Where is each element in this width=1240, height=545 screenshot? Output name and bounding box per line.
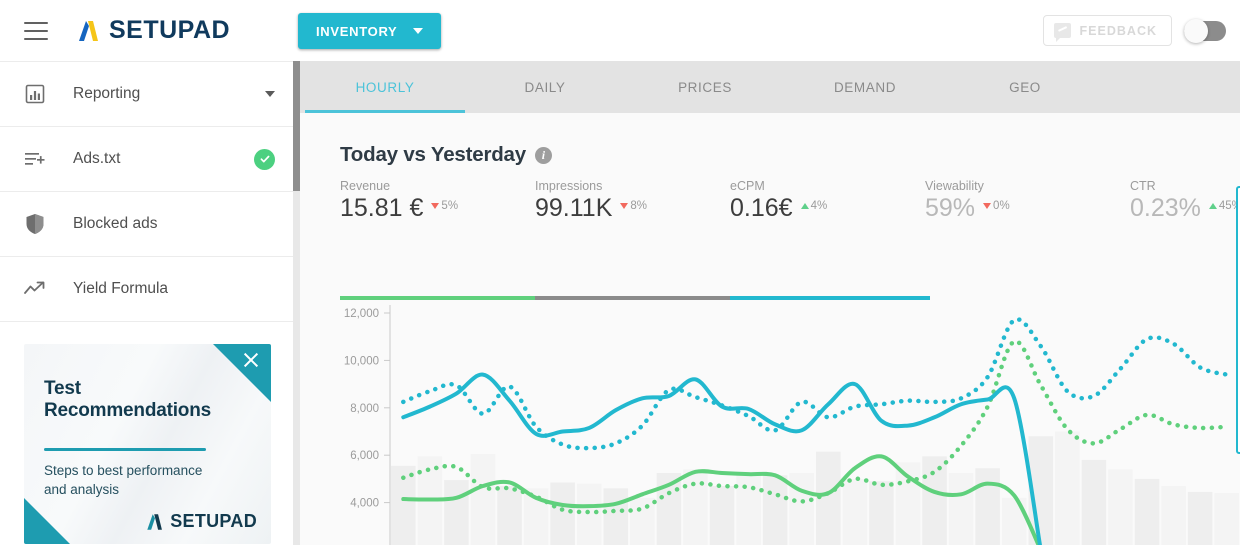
sidebar-item-label: Reporting (73, 85, 141, 102)
kpi-impressions[interactable]: Impressions 99.11K 8% (535, 179, 647, 221)
promo-logo-text: SETUPAD (170, 511, 257, 531)
kpi-accent-bar (340, 296, 930, 300)
kpi-delta: 4% (800, 200, 828, 212)
app-root: SETUPAD INVENTORY FEEDBACK Reporting Ads… (0, 0, 1240, 545)
kpi-revenue[interactable]: Revenue 15.81 € 5% (340, 179, 458, 221)
bar-chart-icon (22, 81, 48, 107)
kpi-accent-revenue (340, 296, 535, 300)
kpi-ctr[interactable]: CTR 0.23% 45% (1130, 179, 1240, 221)
arrow-up-icon (800, 203, 809, 209)
toggle-knob (1184, 18, 1208, 43)
kpi-delta: 0% (983, 200, 1010, 212)
feedback-button[interactable]: FEEDBACK (1042, 15, 1172, 46)
shield-icon (22, 211, 48, 237)
tab-hourly[interactable]: HOURLY (305, 61, 465, 113)
arrow-down-icon (983, 203, 992, 209)
chevron-down-icon (265, 91, 275, 97)
kpi-delta-text: 4% (810, 200, 828, 212)
sidebar: Reporting Ads.txt Blocked ads Yield Form… (0, 61, 295, 545)
chart-canvas: 12,00010,0008,0006,0004,0002,000 (344, 305, 1240, 545)
feedback-message-icon (1053, 23, 1071, 42)
brand-name: SETUPAD (109, 16, 231, 44)
sidebar-item-ads-txt[interactable]: Ads.txt (0, 127, 295, 192)
tab-label: HOURLY (355, 79, 415, 95)
svg-text:4,000: 4,000 (350, 498, 379, 510)
sidebar-item-yield-formula[interactable]: Yield Formula (0, 257, 295, 322)
feedback-button-label: FEEDBACK (1079, 23, 1157, 38)
kpi-label: Revenue (340, 179, 391, 193)
tab-bar: HOURLY DAILY PRICES DEMAND GEO (300, 61, 1240, 113)
tab-daily[interactable]: DAILY (465, 61, 625, 113)
setupad-mark-icon (147, 513, 163, 530)
kpi-accent-ecpm (730, 296, 930, 300)
tab-demand[interactable]: DEMAND (785, 61, 945, 113)
kpi-ecpm[interactable]: eCPM 0.16€ 4% (730, 179, 827, 221)
promo-corner-decor (24, 498, 70, 544)
tab-label: GEO (1009, 79, 1041, 95)
kpi-viewability[interactable]: Viewability 59% 0% (925, 179, 1010, 221)
top-bar: SETUPAD INVENTORY FEEDBACK (0, 0, 1240, 61)
sidebar-item-label: Yield Formula (73, 280, 169, 297)
main-content: HOURLY DAILY PRICES DEMAND GEO Today vs … (300, 61, 1240, 545)
sidebar-scrollbar-thumb[interactable] (293, 61, 300, 191)
inventory-button[interactable]: INVENTORY (298, 13, 442, 49)
arrow-down-icon (620, 203, 629, 209)
kpi-delta-text: 0% (993, 200, 1010, 212)
hourly-chart[interactable]: 12,00010,0008,0006,0004,0002,000 (300, 305, 1240, 545)
sidebar-item-label: Blocked ads (73, 215, 158, 232)
kpi-value: 59% (925, 194, 976, 222)
tab-label: DAILY (524, 79, 566, 95)
kpi-label: Viewability (925, 179, 984, 193)
kpi-label: Impressions (535, 179, 603, 193)
promo-subtitle: Steps to best performance and analysis (44, 463, 203, 497)
sidebar-item-blocked-ads[interactable]: Blocked ads (0, 192, 295, 257)
section-header: Today vs Yesterday i (300, 113, 1240, 167)
hourly-panel: Today vs Yesterday i Revenue 15.81 € 5% Imp… (300, 113, 1240, 545)
brand-logo[interactable]: SETUPAD (76, 16, 230, 45)
arrow-down-icon (431, 203, 440, 209)
kpi-delta: 8% (620, 200, 647, 212)
kpi-value: 0.23% (1130, 194, 1201, 222)
inventory-button-label: INVENTORY (316, 23, 398, 39)
tab-label: PRICES (678, 79, 732, 95)
arrow-up-icon (1208, 203, 1217, 209)
hamburger-icon[interactable] (24, 21, 48, 40)
kpi-label: CTR (1130, 179, 1156, 193)
list-plus-icon (22, 146, 48, 172)
kpi-delta-text: 8% (630, 200, 648, 212)
svg-text:12,000: 12,000 (344, 308, 379, 320)
svg-text:10,000: 10,000 (344, 355, 379, 367)
kpi-delta: 5% (431, 200, 458, 212)
svg-text:6,000: 6,000 (350, 450, 379, 462)
kpi-delta-text: 5% (441, 200, 459, 212)
kpi-value: 99.11K (535, 194, 613, 222)
mode-toggle[interactable] (1184, 18, 1226, 43)
top-bar-actions: FEEDBACK (1042, 15, 1226, 46)
promo-divider (44, 448, 206, 451)
tab-label: DEMAND (833, 79, 897, 95)
setupad-mark-icon (79, 20, 98, 41)
status-badge-verified (254, 148, 275, 170)
svg-text:8,000: 8,000 (350, 403, 379, 415)
chevron-down-icon (413, 28, 424, 34)
tab-prices[interactable]: PRICES (625, 61, 785, 113)
kpi-row: Revenue 15.81 €5% Impressions 99.11K 8% eCPM 0… (340, 179, 1240, 231)
chart-tooltip-panel[interactable] (1236, 186, 1240, 454)
sidebar-item-label: Ads.txt (73, 150, 121, 167)
kpi-accent-impressions (535, 296, 730, 300)
close-icon[interactable] (242, 351, 260, 369)
info-icon[interactable]: i (534, 146, 552, 164)
promo-title: Test Recommendations (44, 378, 211, 422)
page-title: Today vs Yesterday (340, 143, 526, 166)
kpi-value: 15.81 € (340, 194, 424, 222)
kpi-label: eCPM (730, 179, 765, 193)
kpi-value: 0.16€ (730, 194, 793, 222)
promo-logo: SETUPAD (145, 511, 257, 532)
sidebar-item-reporting[interactable]: Reporting (0, 62, 295, 127)
promo-card[interactable]: Test Recommendations Steps to best perfo… (24, 344, 271, 544)
trend-up-icon (22, 276, 48, 302)
tab-geo[interactable]: GEO (945, 61, 1105, 113)
